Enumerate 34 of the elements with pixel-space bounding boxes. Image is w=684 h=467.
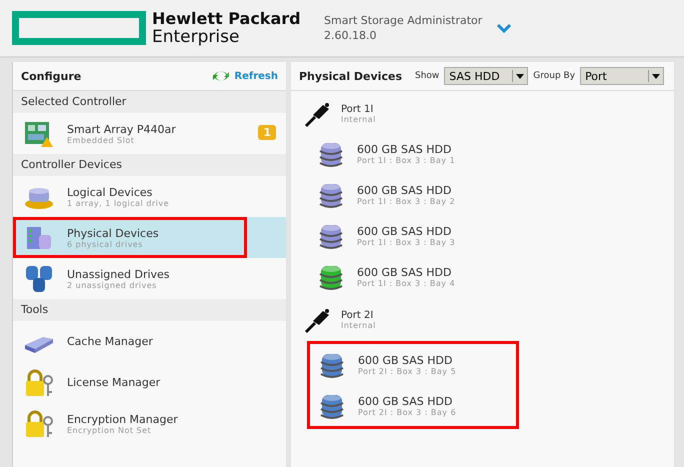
drive-row[interactable]: 600 GB SAS HDD Port 1I : Box 3 : Bay 1 (309, 133, 456, 174)
port-row[interactable]: Port 1I Internal (291, 95, 674, 133)
group-by-label: Group By (533, 71, 576, 81)
brand-name: Enterprise (152, 28, 240, 47)
app-name: Smart Storage Administrator (324, 13, 484, 28)
port-row[interactable]: Port 2I Internal (291, 301, 674, 339)
panel-title: Physical Devices (299, 70, 402, 82)
padlock-key-icon (23, 408, 55, 438)
nav-item[interactable]: Unassigned Drives 2 unassigned drives (13, 258, 286, 299)
section-header: Selected Controller (13, 91, 286, 113)
drive-row[interactable]: 600 GB SAS HDD Port 2I : Box 3 : Bay 6 (310, 385, 456, 426)
section-header: Tools (13, 299, 286, 321)
group-by-dropdown[interactable]: Port (580, 67, 664, 85)
logo-rectangle-icon (12, 11, 146, 45)
nav-item[interactable]: Cache Manager (13, 321, 286, 362)
drive-row[interactable]: 600 GB SAS HDD Port 1I : Box 3 : Bay 2 (309, 174, 456, 215)
panel-title: Configure (21, 70, 82, 82)
nav-item[interactable]: Encryption Manager Encryption Not Set (13, 403, 286, 444)
drive-row[interactable]: 600 GB SAS HDD Port 1I : Box 3 : Bay 4 (309, 256, 456, 297)
brand-name: Hewlett Packard (152, 9, 302, 28)
padlock-key-icon (23, 368, 55, 398)
nav-item[interactable]: License Manager (13, 362, 286, 403)
nav-item[interactable]: Logical Devices 1 array, 1 logical drive (13, 176, 286, 217)
chevron-down-icon[interactable] (496, 23, 512, 33)
app-version: 2.60.18.0 (324, 28, 378, 43)
section-header: Controller Devices (13, 154, 286, 176)
drive-row[interactable]: 600 GB SAS HDD Port 2I : Box 3 : Bay 5 (310, 344, 456, 385)
nav-item[interactable]: Smart Array P440ar Embedded Slot 1 (13, 113, 286, 154)
alert-count: 1 (258, 125, 276, 140)
nav-item[interactable]: Physical Devices 6 physical drives (13, 217, 286, 258)
drive-row[interactable]: 600 GB SAS HDD Port 1I : Box 3 : Bay 3 (309, 215, 456, 256)
refresh-icon (211, 69, 232, 83)
show-dropdown[interactable]: SAS HDD (444, 67, 528, 85)
show-label: Show (415, 71, 440, 81)
